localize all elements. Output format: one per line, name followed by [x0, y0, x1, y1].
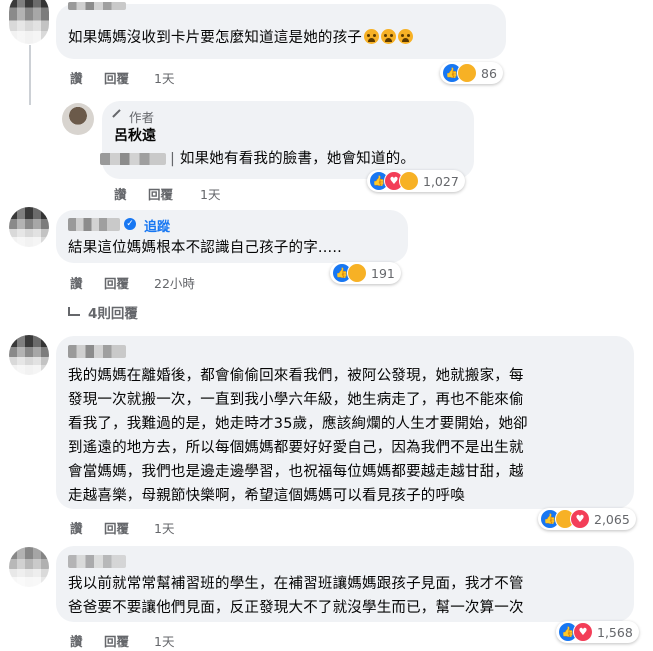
reply-text: | 如果她有看我的臉書，她會知道的。	[170, 151, 416, 167]
comment-text-line: 發現一次就搬一次，一直到我小學六年級，她生病走了，再也不能來偷	[68, 392, 524, 408]
verified-icon: ✓	[124, 218, 136, 230]
timestamp[interactable]: 1天	[154, 631, 174, 650]
comment-text-line: 走越喜樂，母親節快樂啊，希望這個媽媽可以看見孩子的呼喚	[68, 488, 465, 504]
reaction-summary[interactable]: 👍 191	[330, 262, 401, 284]
thread-line	[29, 45, 31, 105]
reply-arrow-icon	[68, 307, 80, 316]
love-reaction-icon: ♥	[570, 509, 590, 529]
mention-tag[interactable]	[100, 153, 166, 165]
reply-button[interactable]: 回覆	[104, 631, 129, 650]
timestamp[interactable]: 22小時	[154, 273, 195, 292]
love-reaction-icon: ♥	[573, 622, 593, 642]
crying-emoji-icon	[381, 29, 396, 44]
sad-reaction-icon	[347, 263, 367, 283]
comment-text-line: 我的媽媽在離婚後，都會偷偷回來看我們，被阿公發現，她就搬家，每	[68, 368, 524, 384]
reaction-count: 1,027	[423, 173, 459, 189]
comment-text: 如果媽媽沒收到卡片要怎麼知道這是她的孩子	[68, 26, 413, 50]
view-replies-button[interactable]: 4則回覆	[68, 302, 138, 322]
comment-text-line: 爸爸要不要讓他們見面，反正發現大不了就沒學生而已，幫一次算一次	[68, 600, 524, 616]
comment-bubble: 我以前就常常幫補習班的學生，在補習班讓媽媽跟孩子見面，我才不管 爸爸要不要讓他們…	[56, 546, 634, 622]
comment-text-line: 看我了，我難過的是，她走時才35歲，應該絢爛的人生才要開始，她卻	[68, 416, 528, 432]
timestamp[interactable]: 1天	[154, 68, 174, 87]
author-name[interactable]	[68, 555, 126, 568]
crying-emoji-icon	[398, 29, 413, 44]
timestamp[interactable]: 1天	[154, 518, 174, 537]
care-reaction-icon	[399, 171, 419, 191]
author-name[interactable]: 呂秋遠	[114, 125, 156, 145]
comment-bubble: 我的媽媽在離婚後，都會偷偷回來看我們，被阿公發現，她就搬家，每 發現一次就搬一次…	[56, 336, 634, 509]
author-avatar[interactable]	[62, 103, 94, 135]
reaction-count: 191	[371, 265, 395, 281]
comment-text-line: 到遙遠的地方去，所以每個媽媽都要好好愛自己，因為我們不是出生就	[68, 440, 524, 456]
sad-reaction-icon	[457, 63, 477, 83]
timestamp[interactable]: 1天	[200, 184, 220, 203]
reply-bubble: 作者 呂秋遠 | 如果她有看我的臉書，她會知道的。	[100, 101, 474, 179]
reaction-summary[interactable]: 👍 ♥ 2,065	[538, 508, 636, 530]
reply-button[interactable]: 回覆	[104, 68, 129, 87]
reaction-summary[interactable]: 👍 86	[440, 62, 503, 84]
reaction-summary[interactable]: 👍 ♥ 1,568	[556, 621, 639, 643]
reaction-count: 86	[481, 65, 497, 81]
like-button[interactable]: 讚	[70, 273, 83, 292]
comment-bubble: ✓ 追蹤 結果這位媽媽根本不認識自己孩子的字.....	[56, 210, 408, 263]
reaction-count: 1,568	[597, 624, 633, 640]
comment-text: 結果這位媽媽根本不認識自己孩子的字.....	[68, 240, 342, 256]
author-badge: 作者	[112, 107, 154, 126]
reaction-count: 2,065	[594, 511, 630, 527]
author-name[interactable]	[68, 218, 120, 231]
like-button[interactable]: 讚	[70, 518, 83, 537]
avatar[interactable]	[9, 335, 49, 375]
follow-link[interactable]: 追蹤	[144, 216, 170, 235]
reply-button[interactable]: 回覆	[148, 184, 173, 203]
comment-text-line: 我以前就常常幫補習班的學生，在補習班讓媽媽跟孩子見面，我才不管	[68, 576, 524, 592]
reply-button[interactable]: 回覆	[104, 518, 129, 537]
avatar[interactable]	[9, 0, 49, 44]
avatar[interactable]	[9, 207, 49, 247]
like-button[interactable]: 讚	[114, 184, 127, 203]
avatar[interactable]	[9, 547, 49, 587]
like-button[interactable]: 讚	[70, 631, 83, 650]
reply-button[interactable]: 回覆	[104, 273, 129, 292]
author-name[interactable]	[68, 2, 126, 10]
author-name[interactable]	[68, 345, 126, 358]
crying-emoji-icon	[364, 29, 379, 44]
comment-bubble: 如果媽媽沒收到卡片要怎麼知道這是她的孩子	[56, 2, 506, 59]
comment-text-line: 會當媽媽，我們也是邊走邊學習，也祝福每位媽媽都要越走越甘甜，越	[68, 464, 524, 480]
pencil-icon	[112, 109, 128, 125]
like-button[interactable]: 讚	[70, 68, 83, 87]
reaction-summary[interactable]: 👍 ♥ 1,027	[367, 170, 465, 192]
